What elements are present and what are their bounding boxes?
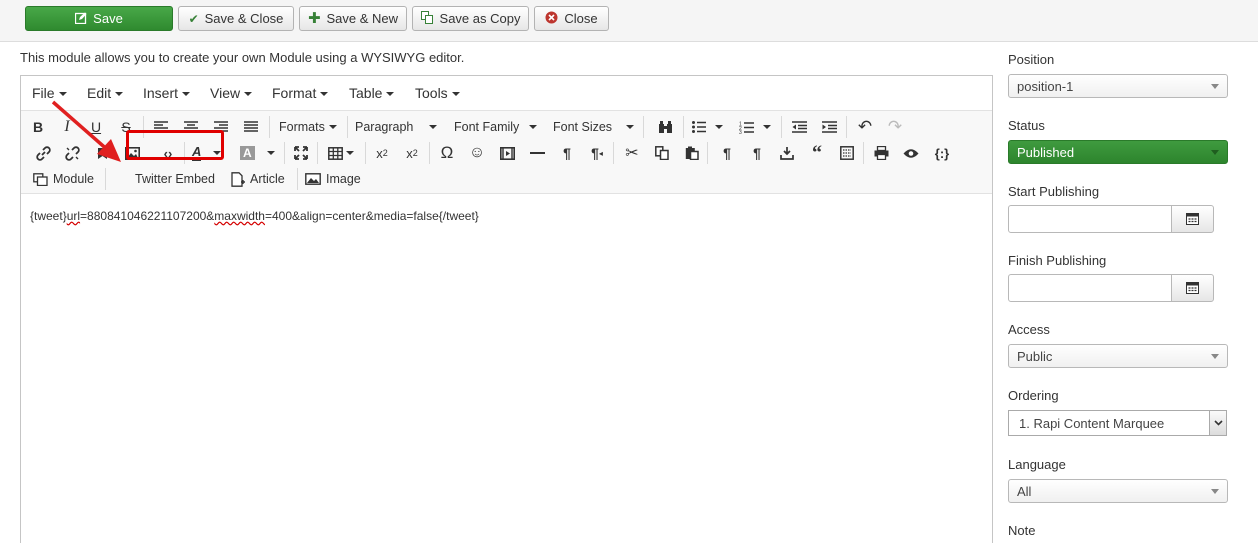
position-label: Position <box>1008 52 1055 67</box>
position-select[interactable]: position-1 <box>1008 74 1228 98</box>
status-label: Status <box>1008 118 1045 133</box>
ordering-select[interactable]: 1. Rapi Content Marquee <box>1008 410 1227 436</box>
language-select[interactable]: All <box>1008 479 1228 503</box>
finish-publishing-input[interactable] <box>1008 274 1172 302</box>
finish-publishing-label: Finish Publishing <box>1008 253 1107 268</box>
ordering-label: Ordering <box>1008 388 1059 403</box>
start-publishing-input[interactable] <box>1008 205 1172 233</box>
start-publishing-calendar-button[interactable] <box>1171 205 1214 233</box>
status-value: Published <box>1017 145 1075 160</box>
access-value: Public <box>1017 349 1053 364</box>
ordering-value: 1. Rapi Content Marquee <box>1019 416 1165 431</box>
finish-publishing-calendar-button[interactable] <box>1171 274 1214 302</box>
position-value: position-1 <box>1017 79 1074 94</box>
language-label: Language <box>1008 457 1066 472</box>
chevron-down-icon <box>1209 411 1226 435</box>
note-label: Note <box>1008 523 1036 538</box>
access-label: Access <box>1008 322 1050 337</box>
language-value: All <box>1017 484 1032 499</box>
access-select[interactable]: Public <box>1008 344 1228 368</box>
calendar-icon <box>1186 282 1199 294</box>
calendar-icon <box>1186 213 1199 225</box>
start-publishing-label: Start Publishing <box>1008 184 1100 199</box>
status-select[interactable]: Published <box>1008 140 1228 164</box>
